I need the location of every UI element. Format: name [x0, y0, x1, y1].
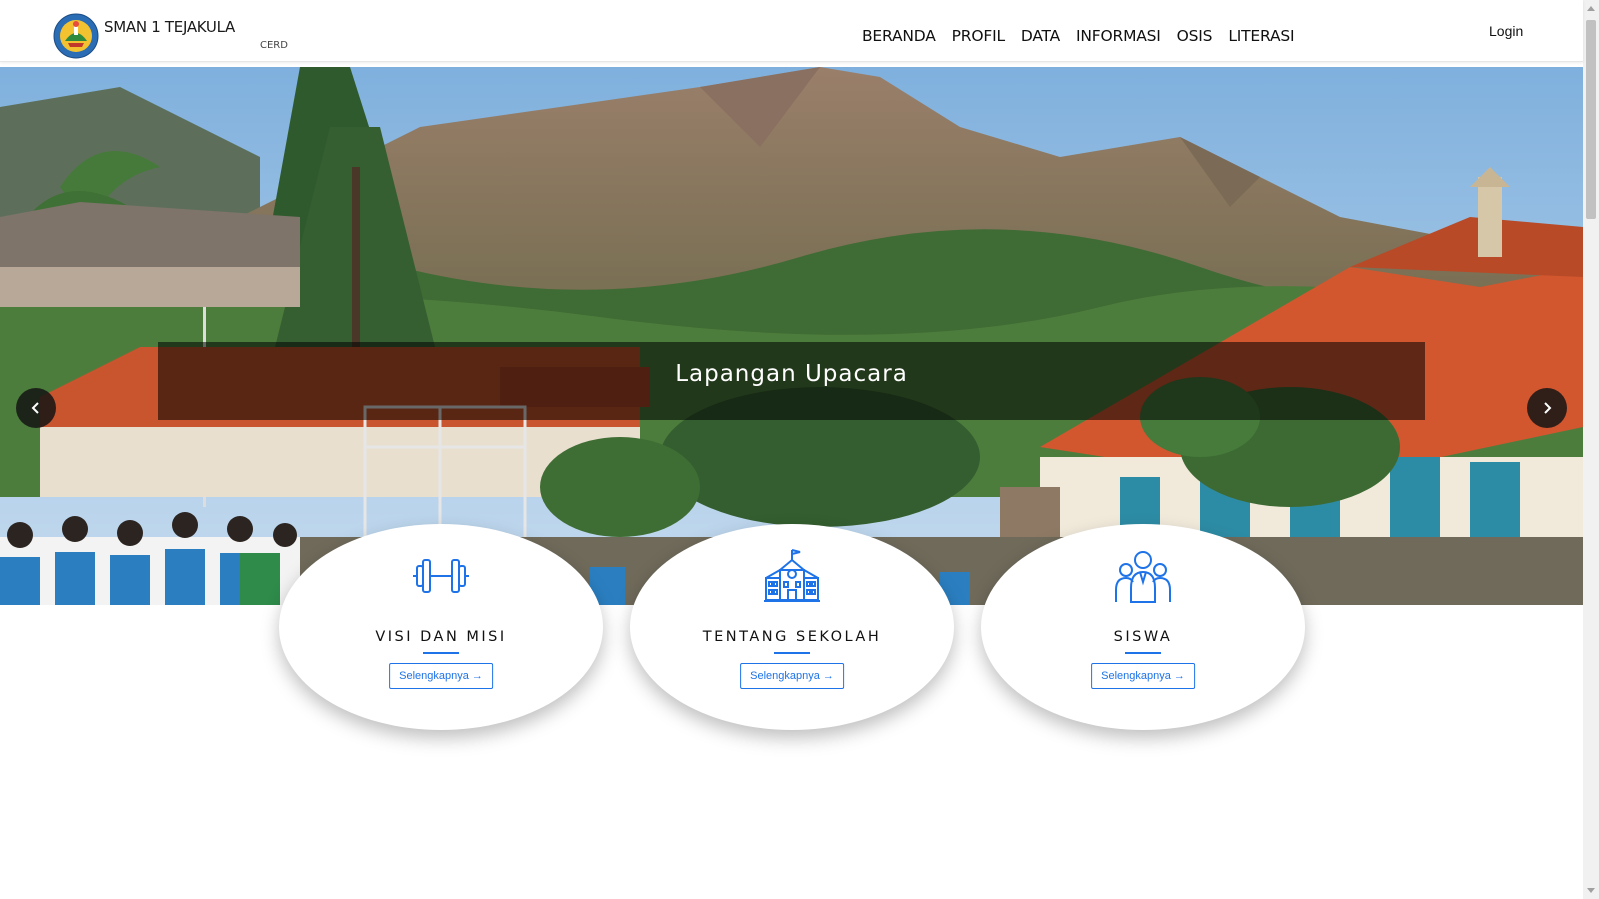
card-siswa: SISWA Selengkapnya →	[981, 524, 1305, 730]
navbar: SMAN 1 TEJAKULA CERD BERANDA PROFIL DATA…	[0, 0, 1583, 62]
selengkapnya-button[interactable]: Selengkapnya →	[389, 663, 493, 689]
card-divider	[774, 652, 810, 654]
slide-caption-text: Lapangan Upacara	[675, 361, 908, 387]
slide-caption: Lapangan Upacara	[158, 342, 1425, 420]
scroll-down-arrow-icon[interactable]	[1587, 888, 1595, 893]
card-divider	[1125, 652, 1161, 654]
login-link[interactable]: Login	[1489, 23, 1523, 39]
main-menu: BERANDA PROFIL DATA INFORMASI OSIS LITER…	[862, 27, 1295, 45]
card-title: TENTANG SEKOLAH	[702, 629, 882, 645]
nav-item-informasi[interactable]: INFORMASI	[1076, 27, 1161, 45]
nav-item-profil[interactable]: PROFIL	[952, 27, 1005, 45]
school-logo-icon[interactable]	[53, 13, 99, 59]
marquee-text: CERD	[260, 40, 288, 51]
school-building-icon	[764, 549, 820, 602]
card-title: SISWA	[1113, 629, 1173, 645]
selengkapnya-button[interactable]: Selengkapnya →	[1091, 663, 1195, 689]
carousel-prev-button[interactable]	[16, 388, 56, 428]
page-scrollbar[interactable]	[1583, 0, 1599, 899]
nav-item-data[interactable]: DATA	[1021, 27, 1060, 45]
scroll-up-arrow-icon[interactable]	[1587, 6, 1595, 11]
chevron-right-icon	[1544, 402, 1552, 414]
nav-item-literasi[interactable]: LITERASI	[1228, 27, 1294, 45]
card-tentang-sekolah: TENTANG SEKOLAH Selengkapnya →	[630, 524, 954, 730]
dumbbell-icon	[413, 559, 469, 593]
nav-item-osis[interactable]: OSIS	[1177, 27, 1213, 45]
carousel-next-button[interactable]	[1527, 388, 1567, 428]
selengkapnya-button[interactable]: Selengkapnya →	[740, 663, 844, 689]
card-visi-misi: VISI DAN MISI Selengkapnya →	[279, 524, 603, 730]
site-name[interactable]: SMAN 1 TEJAKULA	[104, 18, 235, 36]
chevron-left-icon	[31, 402, 39, 414]
nav-item-beranda[interactable]: BERANDA	[862, 27, 936, 45]
scrollbar-thumb[interactable]	[1586, 20, 1596, 219]
page: SMAN 1 TEJAKULA CERD BERANDA PROFIL DATA…	[0, 0, 1599, 899]
card-title: VISI DAN MISI	[375, 629, 507, 645]
students-group-icon	[1115, 551, 1171, 603]
card-divider	[423, 652, 459, 654]
